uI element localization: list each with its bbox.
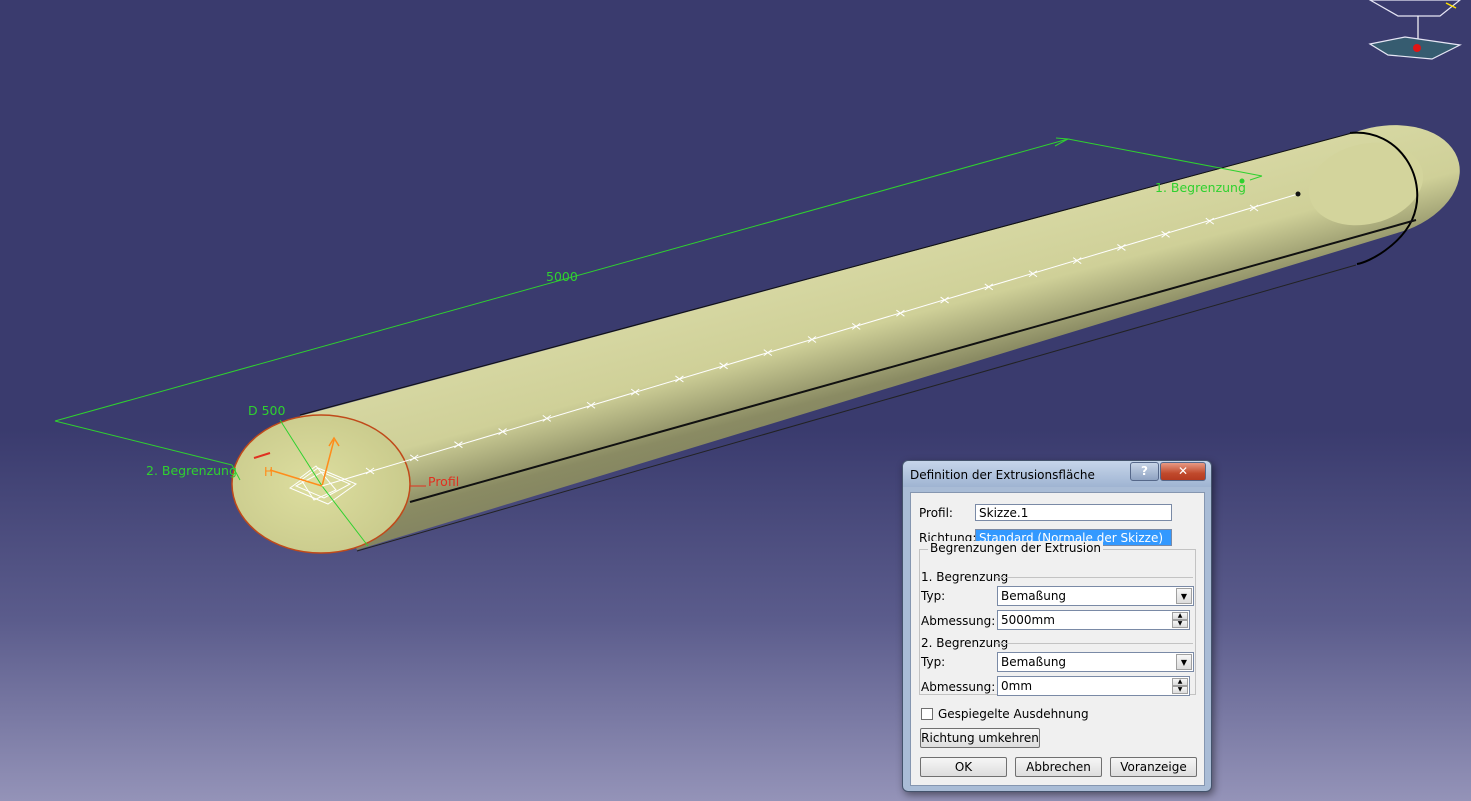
extrude-definition-dialog: Definition der Extrusionsfläche ? ✕ Prof… [902,460,1212,792]
limit2-label[interactable]: 2. Begrenzung [146,463,237,478]
extruded-cylinder[interactable] [289,125,1460,552]
limits-group-title: Begrenzungen der Extrusion [928,541,1104,555]
spin-up-icon[interactable]: ▲ [1172,612,1188,620]
spin-down-icon[interactable]: ▼ [1172,686,1188,694]
length-dimension-label[interactable]: 5000 [546,269,578,284]
limit1-label[interactable]: 1. Begrenzung [1155,180,1246,195]
svg-text:H: H [264,465,273,479]
close-button[interactable]: ✕ [1160,462,1206,481]
dialog-titlebar[interactable]: Definition der Extrusionsfläche ? ✕ [903,461,1211,487]
profile-label[interactable]: Profil [428,474,459,489]
limit2-divider [996,643,1193,644]
profile-field[interactable]: Skizze.1 [975,504,1172,521]
spin-down-icon[interactable]: ▼ [1172,620,1188,628]
limit1-dimension-value: 5000mm [1001,613,1055,627]
help-button[interactable]: ? [1130,462,1159,481]
preview-button[interactable]: Voranzeige [1110,757,1197,777]
mirrored-extent-label[interactable]: Gespiegelte Ausdehnung [938,707,1089,721]
mirrored-extent-checkbox[interactable] [921,708,933,720]
reverse-direction-button[interactable]: Richtung umkehren [920,728,1040,748]
limit1-type-label: Typ: [921,589,946,603]
limit2-dimension-value: 0mm [1001,679,1033,693]
limit2-type-label: Typ: [921,655,946,669]
limit2-type-dropdown[interactable]: Bemaßung ▼ [997,652,1194,672]
limit2-type-value: Bemaßung [1001,655,1067,669]
limit1-type-value: Bemaßung [1001,589,1067,603]
dialog-title: Definition der Extrusionsfläche [910,468,1095,482]
limit2-dimension-spinner[interactable]: 0mm ▲ ▼ [997,676,1190,696]
ok-button[interactable]: OK [920,757,1007,777]
cancel-button[interactable]: Abbrechen [1015,757,1102,777]
spin-up-icon[interactable]: ▲ [1172,678,1188,686]
profile-label: Profil: [919,506,953,520]
diameter-dimension-label[interactable]: D 500 [248,403,286,418]
limit1-type-dropdown[interactable]: Bemaßung ▼ [997,586,1194,606]
close-icon: ✕ [1177,464,1189,478]
3d-viewport[interactable]: H 5000 D 500 1. Begrenzung 2. Begrenzung… [0,0,1471,801]
limit1-dimension-spinner[interactable]: 5000mm ▲ ▼ [997,610,1190,630]
limit2-dimension-label: Abmessung: [921,680,996,694]
limit1-dimension-label: Abmessung: [921,614,996,628]
limit1-divider [996,577,1193,578]
chevron-down-icon[interactable]: ▼ [1176,654,1192,670]
chevron-down-icon[interactable]: ▼ [1176,588,1192,604]
dialog-client-area: Profil: Skizze.1 Richtung: Standard (Nor… [910,492,1205,786]
compass-icon[interactable] [1368,0,1462,60]
